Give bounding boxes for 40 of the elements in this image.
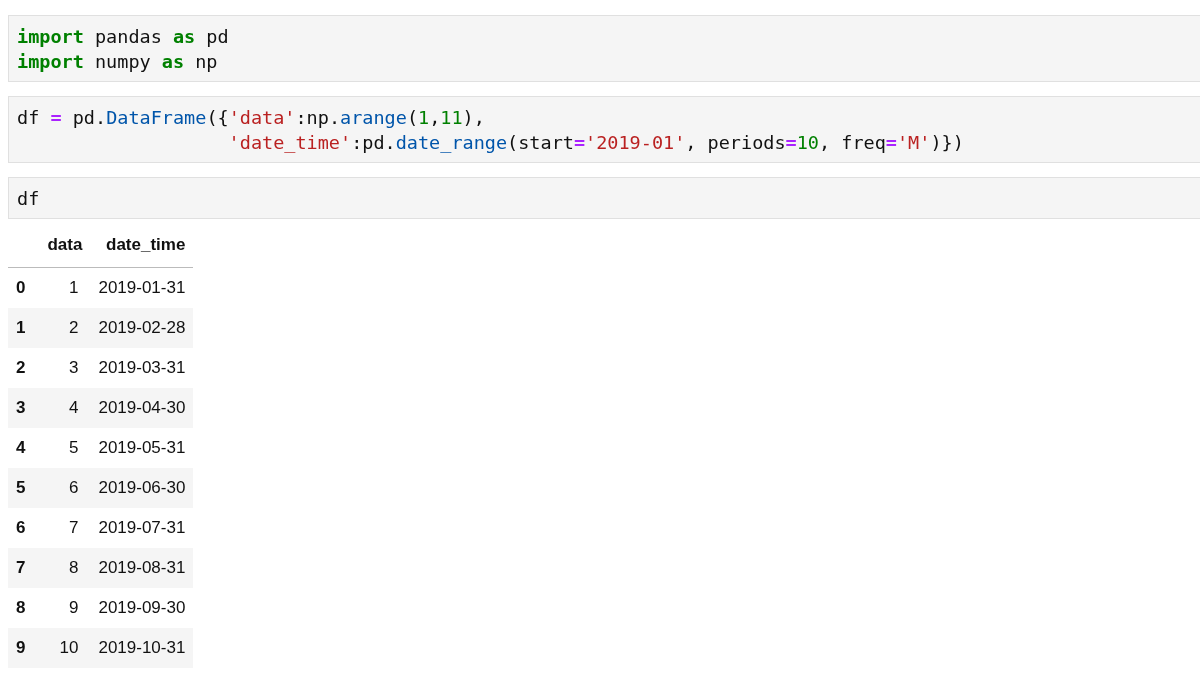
column-header: date_time [90,223,194,268]
table-cell: 2019-02-28 [90,308,194,348]
row-index: 2 [8,348,40,388]
row-index: 1 [8,308,40,348]
row-index: 0 [8,267,40,308]
code-cell[interactable]: import pandas as pd import numpy as np [8,15,1200,82]
row-index: 5 [8,468,40,508]
code-line: 'date_time':pd.date_range(start='2019-01', periods=10, freq='M')}) [227,131,965,155]
row-index: 6 [8,508,40,548]
code-line: df = pd.DataFrame({'data':np.arange(1,11), [17,106,486,130]
table-cell: 2019-09-30 [90,588,194,628]
table-cell: 2 [39,308,91,348]
column-header: data [39,223,91,268]
table-cell: 4 [39,388,91,428]
row-index: 4 [8,428,40,468]
table-cell: 2019-10-31 [90,628,194,668]
table-cell: 10 [39,628,91,668]
row-index: 9 [8,628,40,668]
table-cell: 2019-03-31 [90,348,194,388]
table-cell: 6 [39,468,91,508]
row-index: 8 [8,588,40,628]
code-line: import numpy as np [17,50,219,74]
code-cell[interactable]: df [8,177,1200,219]
code-line: import pandas as pd [17,25,230,49]
table-cell: 2019-01-31 [90,267,194,308]
table-cell: 2019-06-30 [90,468,194,508]
table-cell: 8 [39,548,91,588]
table-cell: 7 [39,508,91,548]
table-cell: 2019-04-30 [90,388,194,428]
code-line: df [17,187,41,211]
row-index: 7 [8,548,40,588]
table-cell: 2019-05-31 [90,428,194,468]
table-cell: 5 [39,428,91,468]
table-cell: 9 [39,588,91,628]
table-cell: 3 [39,348,91,388]
table-cell: 2019-08-31 [90,548,194,588]
row-index: 3 [8,388,40,428]
code-cell[interactable]: df = pd.DataFrame({'data':np.arange(1,11), 'date_time':pd.date_range(start='2019-01', periods=10, freq='M')}) [8,96,1200,163]
table-cell: 1 [39,267,91,308]
table-cell: 2019-07-31 [90,508,194,548]
